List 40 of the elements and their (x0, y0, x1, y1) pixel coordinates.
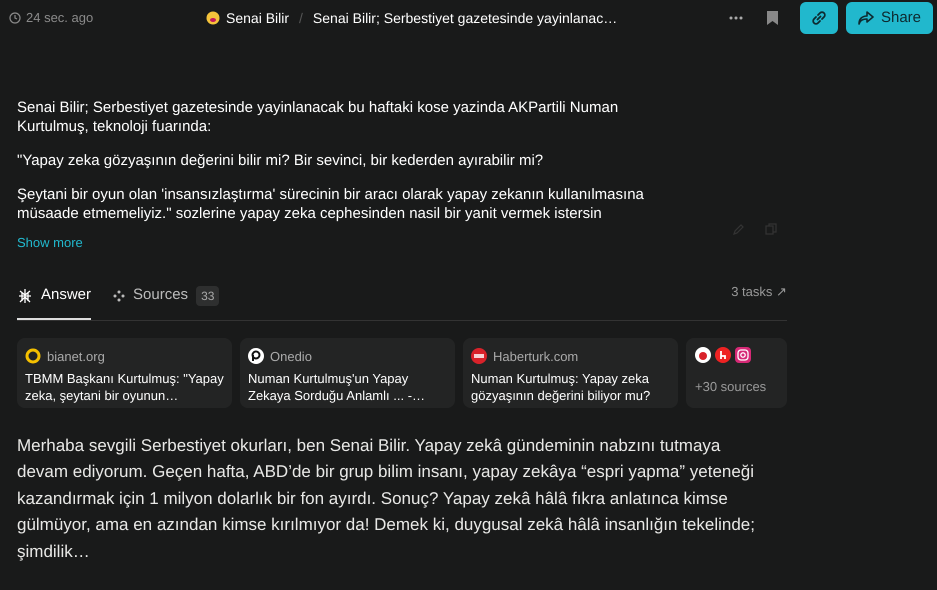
tasks-link[interactable]: 3 tasks ↗ (731, 282, 787, 320)
emoji-icon (206, 11, 220, 25)
ring-logo-icon (25, 348, 41, 364)
answer-text: Merhaba sevgili Serbestiyet okurları, ben Senai Bilir. Yapay zekâ gündeminin nabzını tutmaya devam ediyorum. Geçen hafta, ABD’de bir grup bilim insanı, yapay zekâya “espri yapma” yeteneği kazandırmak için 1 milyon dolarlık bir fon ayırdı. Sonuç? Yapay zekâ hâlâ fıkra anlatınca kimse gülmüyor, ama en azından kimse kırılmıyor da! Demek ki, duygusal zekâ hâlâ insanlığın tekelinde; şimdilik… (17, 434, 756, 563)
query-text: Senai Bilir; Serbestiyet gazetesinde yayinlanacak bu haftaki kose yazinda AKPartili Numan Kurtulmuş, teknoloji fuarında: (17, 98, 620, 136)
more-icon[interactable] (729, 16, 743, 20)
source-card[interactable]: bianet.org TBMM Başkanı Kurtulmuş: "Yapay zeka, şeytani bir oyunun… (17, 338, 232, 408)
source-title: Numan Kurtulmuş'un Yapay Zekaya Sorduğu Anlamlı ... -… (248, 370, 426, 404)
dots-icon (113, 290, 126, 302)
camera-logo-icon (735, 346, 751, 362)
source-card[interactable]: Haberturk.com Numan Kurtulmuş: Yapay zeka gözyaşının değerini biliyor mu? (463, 338, 678, 408)
query-text: "Yapay zeka gözyaşının değerini bilir mi? Bir sevinci, bir kederden ayırabilir mi? (17, 151, 544, 170)
show-more-link[interactable]: Show more (17, 233, 83, 252)
source-site: bianet.org (47, 348, 105, 366)
p-logo-icon (248, 348, 264, 364)
source-card[interactable]: Onedio Numan Kurtulmuş'un Yapay Zekaya Sorduğu Anlamlı ... -… (240, 338, 455, 408)
more-sources-card[interactable]: +30 sources (686, 338, 787, 408)
clock-icon (9, 12, 21, 24)
timestamp: 24 sec. ago (26, 9, 94, 28)
source-title: Numan Kurtulmuş: Yapay zeka gözyaşının değerini biliyor mu? (471, 370, 652, 404)
banner-logo-icon (471, 348, 487, 364)
tab[interactable]: Answer (17, 282, 92, 320)
spider-icon (17, 288, 33, 304)
more-sources-count: +30 sources (695, 378, 768, 396)
share-button[interactable]: Share (846, 2, 933, 34)
bookmark-icon[interactable] (767, 11, 778, 25)
h-logo-icon (715, 346, 731, 362)
breadcrumb-separator: / (299, 8, 303, 28)
link-icon (810, 9, 828, 27)
thread-title: Senai Bilir; Serbestiyet gazetesinde yayinlanac… (312, 8, 618, 28)
source-site: Onedio (270, 348, 312, 366)
author-name[interactable]: Senai Bilir (226, 8, 290, 28)
source-site: Haberturk.com (493, 348, 578, 366)
count-badge: 33 (196, 286, 220, 306)
query-text: Şeytani bir oyun olan 'insansızlaştırma' sürecinin bir aracı olarak yapay zekanın kullanılmasına müsaade etmemeliyiz." sozlerine yapay zeka cephesinden nasil bir yanit vermek istersin (17, 185, 645, 223)
share-icon (858, 11, 874, 25)
copy-link-button[interactable] (800, 2, 838, 34)
tab[interactable]: Sources 33 (113, 282, 220, 320)
circle-logo-icon (695, 346, 711, 362)
source-title: TBMM Başkanı Kurtulmuş: "Yapay zeka, şeytani bir oyunun… (25, 370, 224, 404)
